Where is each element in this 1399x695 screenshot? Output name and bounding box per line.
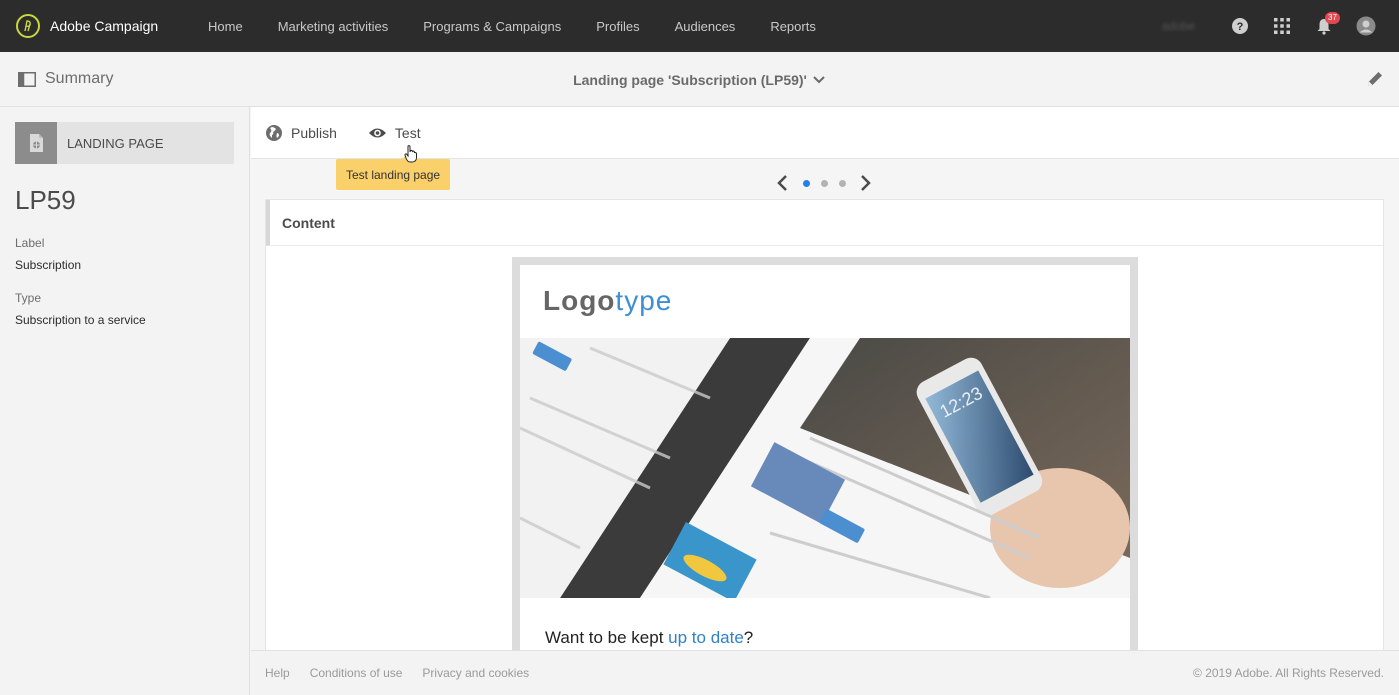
page-carousel xyxy=(776,173,872,193)
nav-item-home[interactable]: Home xyxy=(208,19,243,34)
chevron-down-icon xyxy=(813,75,825,83)
previous-arrow-icon[interactable] xyxy=(776,174,788,192)
publish-button[interactable]: Publish xyxy=(265,124,337,142)
action-toolbar: Publish Test xyxy=(251,107,1399,159)
summary-panel-icon xyxy=(18,71,36,87)
copyright-text: © 2019 Adobe. All Rights Reserved. xyxy=(1193,666,1384,680)
pitch-suffix: ? xyxy=(743,628,754,647)
page-title-container: Landing page 'Subscription (LP59)' xyxy=(0,52,1399,107)
user-avatar-icon[interactable] xyxy=(1345,0,1387,52)
hero-image: 12:23 xyxy=(520,338,1130,598)
test-label: Test xyxy=(394,124,421,141)
top-navigation-bar: Adobe Campaign Home Marketing activities… xyxy=(0,0,1399,52)
apps-grid-icon[interactable] xyxy=(1261,0,1303,52)
content-section: Content Logotype 12:23 Want to be kept u… xyxy=(265,199,1384,659)
up-to-date-link[interactable]: up to date xyxy=(668,628,744,647)
footer-link-conditions[interactable]: Conditions of use xyxy=(310,666,403,680)
main-navigation: Home Marketing activities Programs & Cam… xyxy=(208,19,851,34)
page-title: Landing page 'Subscription (LP59)' xyxy=(573,71,807,88)
footer-link-help[interactable]: Help xyxy=(265,666,290,680)
notifications-bell-icon[interactable]: 37 xyxy=(1303,0,1345,52)
next-arrow-icon[interactable] xyxy=(860,174,872,192)
nav-item-marketing-activities[interactable]: Marketing activities xyxy=(278,19,389,34)
object-type-label: LANDING PAGE xyxy=(67,135,164,151)
footer: Help Conditions of use Privacy and cooki… xyxy=(251,650,1399,695)
label-field-label: Label xyxy=(15,236,45,250)
landing-page-preview: Logotype 12:23 Want to be kept up to dat… xyxy=(520,265,1130,658)
app-name: Adobe Campaign xyxy=(50,18,159,34)
type-field-label: Type xyxy=(15,291,42,305)
help-icon[interactable]: ? xyxy=(1219,0,1261,52)
adobe-campaign-logo-icon xyxy=(16,14,40,38)
object-type-banner: LANDING PAGE xyxy=(15,122,234,164)
username[interactable]: adobe xyxy=(1162,19,1195,33)
publish-label: Publish xyxy=(291,124,337,141)
notification-count-badge: 37 xyxy=(1325,12,1340,24)
svg-text:?: ? xyxy=(1237,21,1244,33)
summary-label: Summary xyxy=(45,70,114,87)
label-field-value: Subscription xyxy=(15,258,82,272)
hand-pointer-cursor-icon xyxy=(404,145,418,168)
carousel-dot[interactable] xyxy=(838,179,846,187)
test-button[interactable]: Test xyxy=(368,125,421,141)
nav-item-programs-campaigns[interactable]: Programs & Campaigns xyxy=(423,19,561,34)
summary-toggle[interactable]: Summary xyxy=(18,70,113,88)
carousel-dot[interactable] xyxy=(820,179,828,187)
landing-page-preview-frame[interactable]: Logotype 12:23 Want to be kept up to dat… xyxy=(512,257,1138,658)
nav-item-profiles[interactable]: Profiles xyxy=(596,19,639,34)
eye-icon xyxy=(368,128,386,137)
page-title-dropdown[interactable]: Landing page 'Subscription (LP59)' xyxy=(573,72,826,88)
footer-link-privacy[interactable]: Privacy and cookies xyxy=(422,666,529,680)
logotype-part-1: Logo xyxy=(543,285,616,316)
summary-panel: LANDING PAGE LP59 Label Subscription Typ… xyxy=(0,107,250,695)
type-field-value: Subscription to a service xyxy=(15,313,146,327)
edit-pencil-icon[interactable] xyxy=(1365,69,1385,94)
logotype-part-2: type xyxy=(615,285,673,316)
nav-item-audiences[interactable]: Audiences xyxy=(675,19,736,34)
subscription-pitch: Want to be kept up to date? xyxy=(545,628,753,648)
top-right-tools: adobe ? 37 xyxy=(1162,0,1399,52)
secondary-header-bar: Summary Landing page 'Subscription (LP59… xyxy=(0,52,1399,107)
landing-page-icon xyxy=(15,122,57,164)
content-header: Content xyxy=(266,200,1383,246)
logotype: Logotype xyxy=(543,285,672,317)
pitch-text: Want to be kept xyxy=(545,628,669,647)
test-tooltip: Test landing page xyxy=(336,153,451,190)
globe-icon xyxy=(266,124,282,141)
nav-item-reports[interactable]: Reports xyxy=(770,19,816,34)
carousel-dot[interactable] xyxy=(802,179,810,187)
brand[interactable]: Adobe Campaign xyxy=(16,14,208,38)
object-id: LP59 xyxy=(15,185,76,215)
